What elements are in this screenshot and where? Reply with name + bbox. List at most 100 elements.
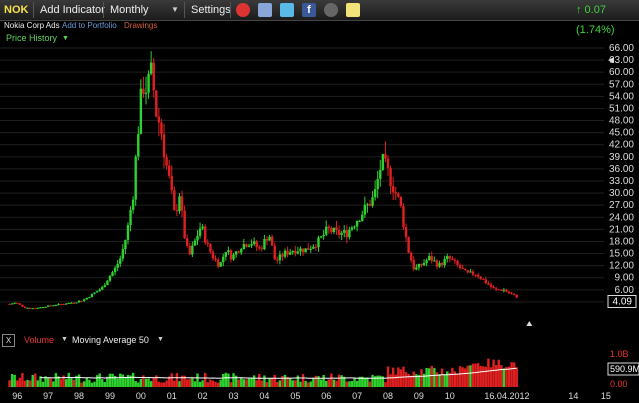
volume-bar — [296, 375, 300, 387]
add-indicator-button[interactable]: Add Indicator — [40, 0, 105, 20]
volume-bar — [16, 380, 19, 387]
volume-bar — [119, 373, 122, 387]
x-tick-label: 14 — [568, 391, 578, 401]
candle-body — [227, 250, 230, 253]
price-tick-label: 18.00 — [609, 236, 634, 247]
candle-body — [399, 196, 403, 206]
volume-bar — [26, 379, 29, 387]
x-tick-label: 02 — [198, 391, 208, 401]
volume-bar — [83, 381, 86, 387]
candle-body — [165, 157, 168, 166]
volume-bar — [191, 377, 194, 387]
candle-body — [510, 293, 513, 295]
candle-body — [209, 243, 212, 252]
x-tick-label: 06 — [321, 391, 331, 401]
volume-bar — [10, 373, 14, 387]
share-icon[interactable] — [324, 3, 338, 17]
period-select[interactable]: Monthly — [110, 0, 149, 20]
drawings-link[interactable]: Drawings — [124, 20, 157, 32]
candle-body — [245, 244, 248, 247]
candle-body — [75, 302, 78, 304]
candle-body — [325, 226, 328, 235]
volume-bar — [98, 373, 101, 387]
chevron-down-icon[interactable]: ▼ — [157, 333, 164, 347]
twitter-icon[interactable] — [280, 3, 294, 17]
candle-body — [23, 306, 27, 308]
candle-body — [335, 227, 338, 230]
volume-bar — [335, 380, 338, 387]
candle-body — [101, 287, 104, 290]
candle-body — [391, 186, 395, 193]
candle-body — [471, 271, 475, 275]
volume-bar — [389, 374, 392, 387]
volume-bar — [116, 378, 119, 387]
candle-body — [461, 267, 464, 269]
candle-body — [103, 285, 107, 288]
candle-body — [389, 168, 392, 187]
price-tick-label: 57.00 — [609, 79, 634, 90]
volume-bar — [319, 379, 323, 387]
volume-label[interactable]: Volume — [24, 333, 54, 347]
candle-body — [446, 256, 449, 259]
volume-bar — [36, 380, 40, 387]
candle-body — [433, 260, 436, 262]
volume-bar — [101, 379, 104, 387]
price-chart[interactable]: 66.0063.0060.0057.0054.0051.0048.0045.00… — [0, 44, 639, 332]
candle-body — [456, 260, 459, 265]
candle-body — [116, 263, 119, 268]
price-tick-label: 9.00 — [615, 273, 635, 284]
candle-body — [219, 262, 222, 267]
settings-button[interactable]: Settings — [191, 0, 231, 20]
volume-bar — [515, 367, 518, 387]
x-tick-label: 97 — [43, 391, 53, 401]
volume-chart[interactable]: 1.0B 0.00 590.9M — [0, 347, 639, 389]
price-tick-label: 45.00 — [609, 128, 634, 139]
chevron-down-icon[interactable]: ▼ — [61, 333, 68, 347]
candle-body — [216, 259, 220, 267]
facebook-icon[interactable]: f — [302, 3, 316, 17]
candle-body — [404, 227, 408, 238]
x-tick-label: 98 — [74, 391, 84, 401]
close-volume-button[interactable]: X — [2, 334, 15, 347]
volume-bar — [487, 358, 490, 387]
volume-bar — [162, 382, 166, 387]
alert-icon[interactable] — [236, 3, 250, 17]
chevron-down-icon[interactable]: ▼ — [171, 0, 179, 20]
volume-bar — [49, 378, 52, 387]
candle-body — [304, 248, 307, 253]
volume-bar — [510, 362, 513, 387]
candle-body — [119, 258, 122, 264]
volume-bar — [299, 381, 302, 387]
candle-body — [31, 308, 34, 310]
volume-bar — [500, 365, 503, 387]
volume-bar — [46, 377, 50, 387]
volume-bar — [353, 377, 356, 387]
volume-bar — [229, 382, 233, 387]
volume-bar — [314, 375, 318, 387]
candle-body — [366, 204, 369, 206]
candle-body — [142, 88, 145, 94]
volume-bar — [283, 374, 287, 387]
volume-bar — [469, 365, 472, 387]
candle-body — [113, 267, 117, 273]
volume-bar — [309, 381, 312, 387]
candle-body — [425, 260, 428, 263]
symbol-input[interactable]: NOK — [4, 0, 28, 20]
note-icon[interactable] — [346, 3, 360, 17]
volume-bar — [494, 364, 498, 387]
x-tick-label: 07 — [352, 391, 362, 401]
moving-average-label[interactable]: Moving Average 50 — [72, 333, 149, 347]
volume-bar — [363, 377, 367, 387]
volume-bar — [59, 379, 63, 387]
candle-body — [252, 241, 256, 244]
candle-body — [451, 258, 454, 260]
volume-bar — [332, 379, 336, 387]
volume-bar — [304, 380, 307, 387]
save-icon[interactable] — [258, 3, 272, 17]
candle-body — [494, 288, 498, 290]
add-to-portfolio-link[interactable]: Add to Portfolio — [62, 20, 117, 32]
volume-bar — [273, 374, 276, 387]
volume-bar — [260, 380, 264, 387]
volume-bar — [198, 381, 202, 387]
candle-body — [80, 300, 83, 302]
